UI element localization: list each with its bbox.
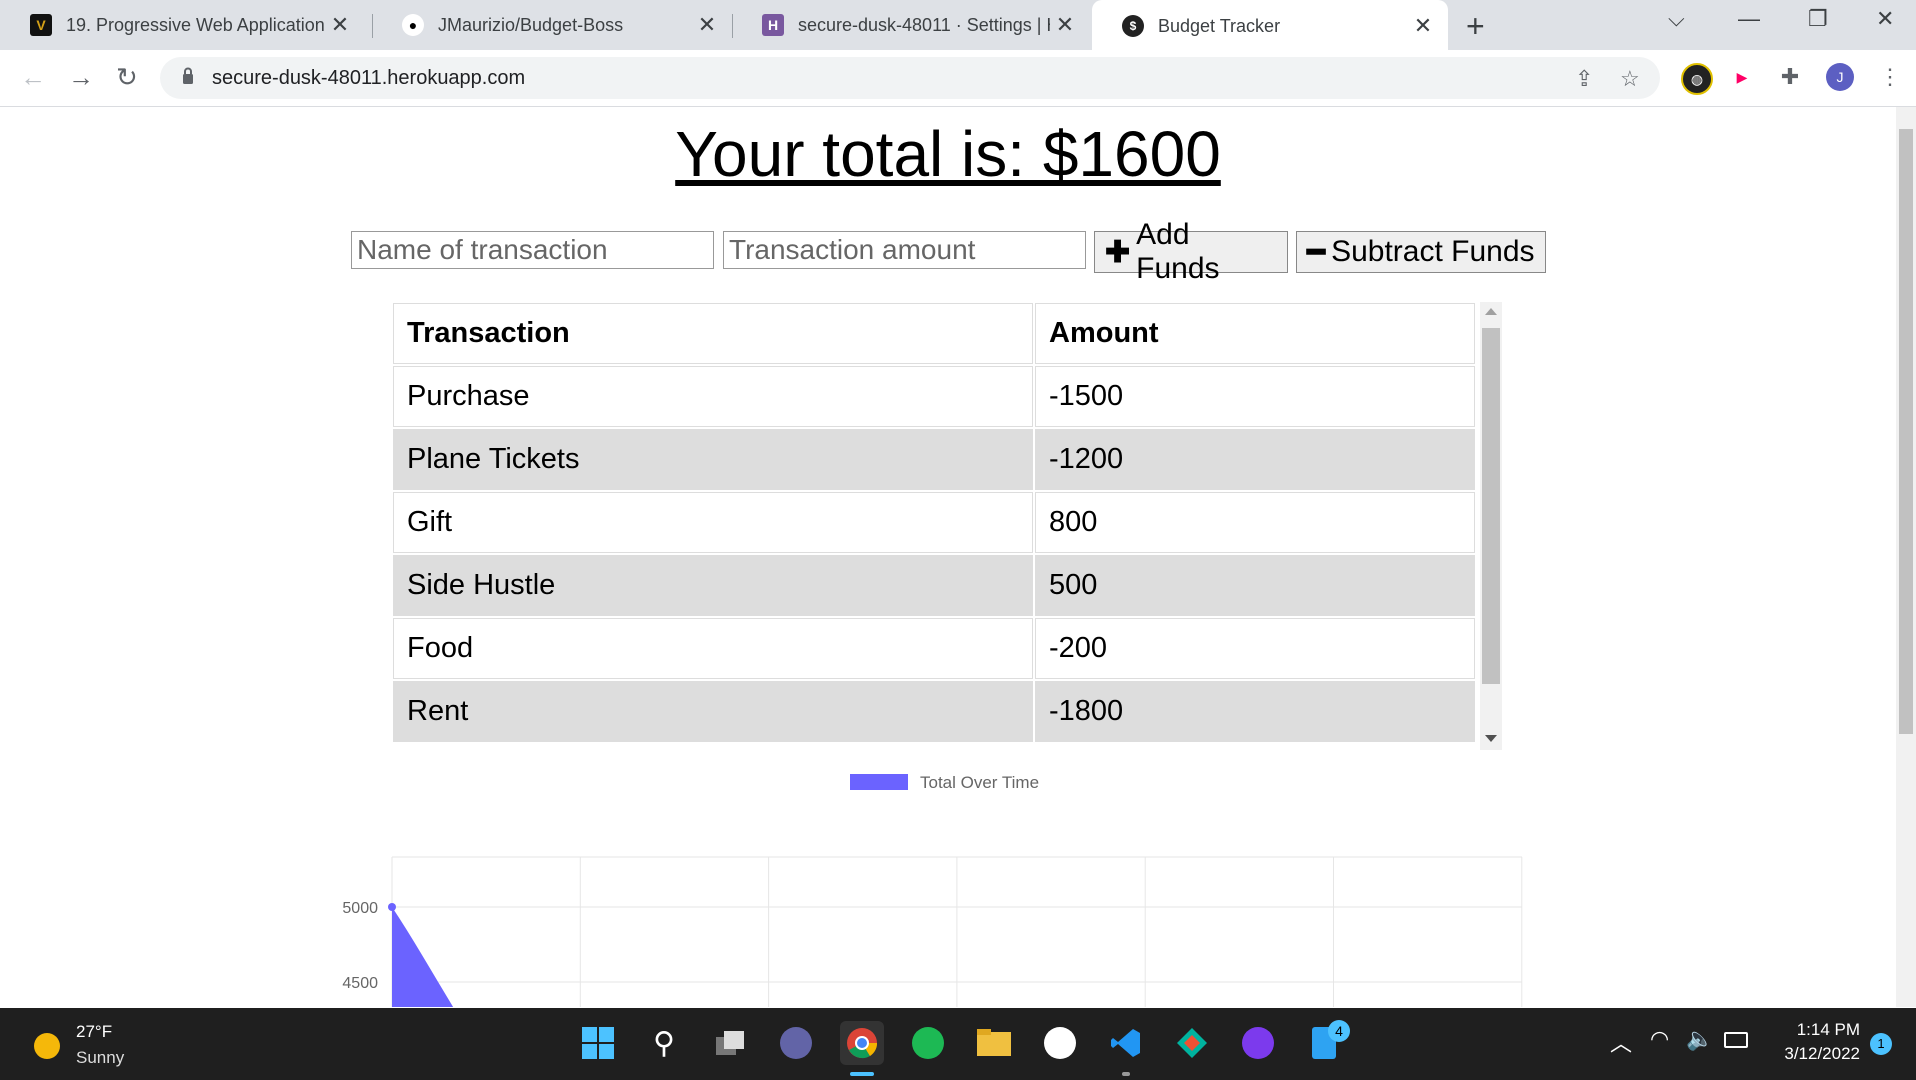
subtract-funds-button[interactable]: ━ Subtract Funds — [1296, 231, 1546, 273]
minimize-button[interactable]: — — [1738, 6, 1760, 32]
tab-progressive-web-apps[interactable]: V 19. Progressive Web Applications ✕ — [0, 0, 365, 50]
lock-icon — [183, 67, 193, 84]
area-segment — [392, 907, 454, 1007]
battery-icon[interactable] — [1724, 1032, 1748, 1048]
reload-button[interactable]: ↻ — [116, 62, 138, 93]
table-row: Food -200 — [392, 617, 1480, 680]
search-icon[interactable]: ⚲ — [642, 1021, 686, 1065]
sun-icon — [34, 1033, 60, 1059]
legend-label[interactable]: Total Over Time — [920, 773, 1039, 792]
table-row: Side Hustle 500 — [392, 554, 1480, 617]
browser-toolbar: ← → ↻ secure-dusk-48011.herokuapp.com ⇪ … — [0, 50, 1916, 107]
github-icon: ● — [402, 14, 424, 36]
close-tab-icon[interactable]: ✕ — [692, 12, 722, 38]
file-explorer-icon[interactable] — [972, 1021, 1016, 1065]
vscode-icon[interactable] — [1104, 1021, 1148, 1065]
legend-swatch[interactable] — [850, 774, 908, 790]
table-row: Rent -1800 — [392, 680, 1480, 743]
table-row: Plane Tickets -1200 — [392, 428, 1480, 491]
scroll-up-icon[interactable] — [1485, 308, 1497, 315]
share-icon[interactable]: ⇪ — [1575, 66, 1593, 92]
notification-badge[interactable]: 1 — [1870, 1033, 1892, 1055]
heroku-icon: H — [762, 14, 784, 36]
table-row: Gift 800 — [392, 491, 1480, 554]
close-window-button[interactable]: ✕ — [1876, 6, 1894, 32]
data-point[interactable] — [388, 903, 396, 911]
tab-heroku-settings[interactable]: H secure-dusk-48011 · Settings | Heroku … — [732, 0, 1090, 50]
total-heading: Your total is: $1600 — [675, 118, 1221, 190]
url-text: secure-dusk-48011.herokuapp.com — [212, 67, 526, 89]
start-button[interactable] — [576, 1021, 620, 1065]
forward-button[interactable]: → — [68, 62, 94, 93]
vanderbilt-icon: V — [30, 14, 52, 36]
page-scroll-thumb[interactable] — [1899, 129, 1913, 734]
transactions-table: Transaction Amount Purchase -1500 Plane … — [392, 302, 1502, 750]
new-tab-button[interactable]: + — [1466, 8, 1485, 45]
spotify-icon[interactable] — [906, 1021, 950, 1065]
minus-icon: ━ — [1307, 235, 1326, 269]
page-content: Your total is: $1600 Name of transaction… — [0, 107, 1896, 1007]
clock[interactable]: 1:14 PM 3/12/2022 — [1750, 1020, 1860, 1064]
extension-arrow-icon[interactable]: ▶ — [1728, 63, 1756, 91]
table-scrollbar[interactable] — [1480, 302, 1502, 750]
table-header-row: Transaction Amount — [392, 302, 1480, 365]
puzzle-icon[interactable]: ✚ — [1776, 63, 1804, 91]
github-desktop-icon[interactable] — [1236, 1021, 1280, 1065]
header-amount: Amount — [1035, 303, 1475, 364]
tab-search-icon[interactable]: ⌵ — [1668, 6, 1685, 32]
tab-strip: V 19. Progressive Web Applications ✕ ● J… — [0, 0, 1916, 52]
header-transaction: Transaction — [393, 303, 1033, 364]
teams-chat-icon[interactable] — [774, 1021, 818, 1065]
app-badge: 4 — [1328, 1020, 1350, 1042]
scroll-down-icon[interactable] — [1485, 735, 1497, 742]
y-tick-label: 5000 — [342, 900, 378, 917]
transaction-name-input[interactable]: Name of transaction — [351, 231, 714, 269]
tab-budget-tracker[interactable]: $ Budget Tracker ✕ — [1092, 0, 1448, 52]
profile-avatar[interactable]: J — [1826, 63, 1854, 91]
close-tab-icon[interactable]: ✕ — [1408, 13, 1438, 39]
menu-icon[interactable]: ⋮ — [1876, 63, 1904, 91]
show-hidden-icons[interactable]: ︿ — [1610, 1026, 1632, 1058]
plus-icon: ✚ — [1105, 235, 1131, 269]
extension-icon[interactable]: ◍ — [1681, 63, 1713, 95]
bookmark-star-icon[interactable]: ☆ — [1620, 66, 1640, 92]
gitkraken-icon[interactable] — [1170, 1021, 1214, 1065]
volume-icon[interactable]: 🔈 — [1686, 1026, 1713, 1052]
restore-button[interactable]: ❐ — [1808, 6, 1828, 32]
total-over-time-chart: 500045004000Total Over Time — [342, 773, 1523, 1007]
table-scroll-thumb[interactable] — [1482, 328, 1500, 684]
chrome-icon[interactable] — [840, 1021, 884, 1065]
wifi-icon[interactable]: ◠ — [1650, 1026, 1669, 1052]
back-button[interactable]: ← — [20, 62, 46, 93]
add-funds-button[interactable]: ✚ Add Funds — [1094, 218, 1288, 285]
task-view-icon[interactable] — [708, 1021, 752, 1065]
slack-icon[interactable] — [1038, 1021, 1082, 1065]
address-bar[interactable]: secure-dusk-48011.herokuapp.com ⇪ ☆ — [160, 57, 1660, 99]
table-row: Purchase -1500 — [392, 365, 1480, 428]
transaction-amount-input[interactable]: Transaction amount — [723, 231, 1086, 269]
close-tab-icon[interactable]: ✕ — [1050, 12, 1080, 38]
page-scrollbar[interactable] — [1896, 107, 1916, 1007]
close-tab-icon[interactable]: ✕ — [325, 12, 355, 38]
tab-github[interactable]: ● JMaurizio/Budget-Boss ✕ — [372, 0, 732, 50]
windows-taskbar: 27°F Sunny ⚲ 4 ︿ ◠ 🔈 1:14 PM 3/12/2022 1 — [0, 1008, 1916, 1080]
y-tick-label: 4500 — [342, 975, 378, 992]
money-bag-icon: $ — [1122, 15, 1144, 37]
